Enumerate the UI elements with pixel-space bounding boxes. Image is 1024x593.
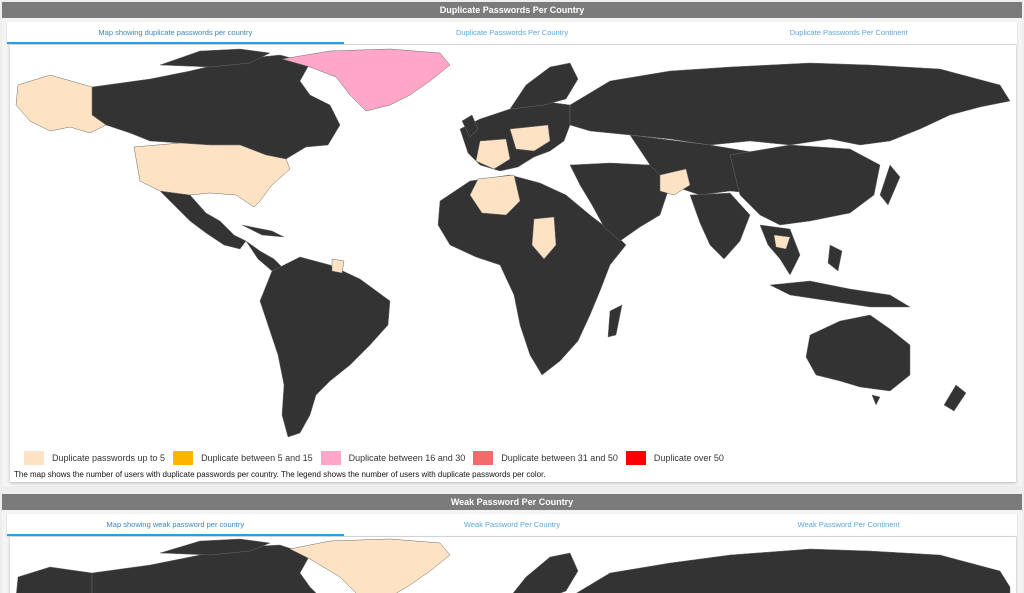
- map-caption: The map shows the number of users with d…: [14, 470, 546, 479]
- legend-swatch: [625, 451, 646, 465]
- legend-item: Duplicate between 5 and 15: [173, 451, 313, 465]
- legend-label: Duplicate between 16 and 30: [348, 453, 466, 463]
- legend-label: Duplicate over 50: [653, 453, 724, 463]
- country-new-zealand[interactable]: [943, 384, 967, 412]
- country-central-america[interactable]: [245, 240, 283, 272]
- country-china[interactable]: [729, 144, 881, 226]
- tab-map-duplicate[interactable]: Map showing duplicate passwords per coun…: [7, 22, 344, 44]
- country-south-america[interactable]: [259, 256, 391, 438]
- map-card: Duplicate passwords up to 5 Duplicate be…: [10, 45, 1016, 482]
- country-japan[interactable]: [879, 164, 901, 206]
- panel-title: Weak Password Per Country: [2, 494, 1022, 510]
- country-southeast-asia[interactable]: [759, 224, 801, 276]
- country-indonesia[interactable]: [769, 280, 911, 308]
- country-russia[interactable]: [569, 62, 1011, 146]
- panel-title: Duplicate Passwords Per Country: [2, 2, 1022, 18]
- legend-item: Duplicate between 31 and 50: [473, 451, 618, 465]
- tab-bar: Map showing duplicate passwords per coun…: [7, 22, 1017, 44]
- world-map: [16, 538, 1011, 593]
- legend-swatch: [320, 451, 341, 465]
- tab-weak-per-country[interactable]: Weak Password Per Country: [344, 514, 681, 536]
- country-tasmania[interactable]: [871, 394, 881, 406]
- tab-weak-per-continent[interactable]: Weak Password Per Continent: [680, 514, 1017, 536]
- world-map: [15, 48, 1011, 438]
- legend-label: Duplicate between 31 and 50: [501, 453, 618, 463]
- country-philippines[interactable]: [827, 244, 843, 272]
- legend-swatch: [173, 451, 194, 465]
- legend-label: Duplicate passwords up to 5: [52, 453, 166, 463]
- country-india[interactable]: [689, 192, 751, 260]
- legend-swatch: [24, 451, 44, 465]
- tab-duplicate-per-continent[interactable]: Duplicate Passwords Per Continent: [680, 22, 1017, 44]
- country-scandinavia[interactable]: [509, 62, 579, 110]
- legend-item: Duplicate passwords up to 5: [24, 451, 165, 465]
- weak-passwords-panel: Weak Password Per Country Map showing we…: [2, 494, 1022, 593]
- country-scandinavia[interactable]: [510, 552, 579, 593]
- country-canada[interactable]: [91, 54, 341, 160]
- legend-item: Duplicate over 50: [625, 451, 724, 465]
- map-card: [10, 537, 1016, 593]
- country-russia[interactable]: [570, 548, 1011, 593]
- country-cuba[interactable]: [241, 224, 285, 238]
- tab-bar: Map showing weak password per country We…: [7, 514, 1017, 536]
- tab-duplicate-per-country[interactable]: Duplicate Passwords Per Country: [344, 22, 681, 44]
- tab-map-weak[interactable]: Map showing weak password per country: [7, 514, 344, 536]
- duplicate-passwords-panel: Duplicate Passwords Per Country Map show…: [2, 2, 1022, 486]
- legend-label: Duplicate between 5 and 15: [201, 453, 313, 463]
- country-greenland[interactable]: [289, 538, 451, 593]
- country-alaska[interactable]: [16, 566, 93, 593]
- legend-swatch: [473, 451, 494, 465]
- country-australia[interactable]: [805, 314, 911, 392]
- map-legend: Duplicate passwords up to 5 Duplicate be…: [24, 449, 732, 467]
- country-madagascar[interactable]: [607, 304, 623, 338]
- legend-item: Duplicate between 16 and 30: [320, 451, 466, 465]
- country-mexico[interactable]: [159, 190, 247, 250]
- country-suriname[interactable]: [331, 258, 345, 274]
